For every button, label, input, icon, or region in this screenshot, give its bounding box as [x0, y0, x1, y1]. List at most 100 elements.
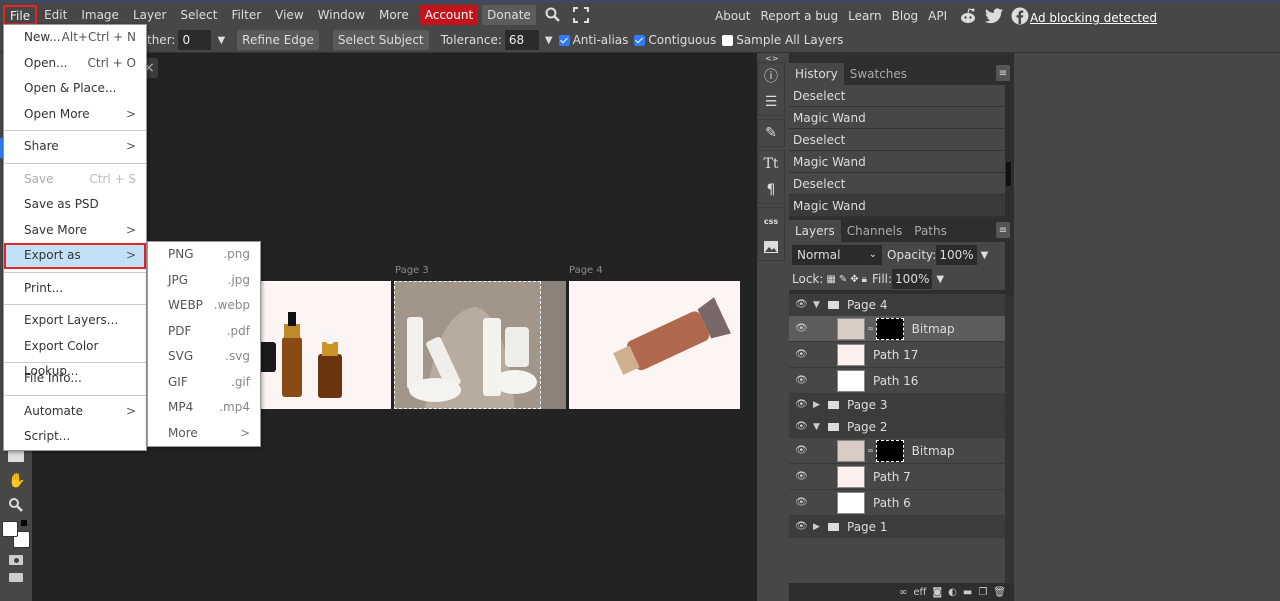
sample-all-layers-checkbox[interactable] — [722, 34, 734, 46]
lock-move-icon[interactable]: ✥ — [850, 274, 858, 285]
keyboard-icon[interactable] — [9, 573, 23, 582]
opacity-input[interactable]: 100% — [936, 245, 977, 265]
history-menu-icon[interactable]: ≡ — [996, 65, 1010, 81]
adjustment-icon[interactable]: ◐ — [948, 587, 957, 598]
brush-settings-icon[interactable]: ✎ — [758, 120, 784, 146]
tab-swatches[interactable]: Swatches — [844, 63, 913, 85]
export-item-pdf[interactable]: PDF .pdf — [148, 319, 260, 345]
layer-row[interactable]: 👁︎ Path 16 — [789, 368, 1005, 394]
menu-view[interactable]: View — [268, 3, 310, 27]
mask-link-icon[interactable]: ∞ — [867, 446, 874, 455]
menu-filter[interactable]: Filter — [224, 3, 268, 27]
layer-row[interactable]: 👁︎ Path 17 — [789, 342, 1005, 368]
info-icon[interactable]: ⓘ — [758, 63, 784, 89]
layer-mask-thumbnail[interactable] — [875, 317, 904, 340]
file-menu-item-export-layers[interactable]: Export Layers... — [4, 308, 146, 334]
visibility-eye-icon[interactable]: 👁︎ — [795, 375, 808, 386]
file-menu-item-automate[interactable]: Automate > — [4, 399, 146, 425]
reddit-icon[interactable] — [958, 6, 978, 26]
history-item[interactable]: Magic Wand — [789, 151, 1005, 173]
mask-icon[interactable]: ◙ — [932, 587, 942, 598]
expand-arrow-right-icon[interactable]: ▶ — [813, 400, 825, 410]
file-menu-item-open-place[interactable]: Open & Place... — [4, 76, 146, 102]
history-item[interactable]: Magic Wand — [789, 107, 1005, 129]
visibility-eye-icon[interactable]: 👁︎ — [795, 399, 808, 410]
select-subject-button[interactable]: Select Subject — [332, 30, 429, 50]
export-item-png[interactable]: PNG .png — [148, 242, 260, 268]
hand-tool-icon[interactable]: ✋ — [8, 473, 25, 489]
export-item-more[interactable]: More > — [148, 421, 260, 447]
export-item-mp4[interactable]: MP4 .mp4 — [148, 395, 260, 421]
visibility-eye-icon[interactable]: 👁︎ — [795, 497, 808, 508]
expand-arrow-down-icon[interactable]: ▼ — [813, 422, 825, 432]
export-item-webp[interactable]: WEBP .webp — [148, 293, 260, 319]
file-menu-item-open-more[interactable]: Open More > — [4, 102, 146, 128]
menu-file[interactable]: File — [3, 5, 38, 25]
history-item-current[interactable]: Magic Wand — [789, 195, 1005, 217]
history-item[interactable]: Deselect — [789, 129, 1005, 151]
file-menu-item-export-as[interactable]: Export as > — [4, 243, 146, 269]
menu-window[interactable]: Window — [311, 3, 372, 27]
fill-dropdown-icon[interactable]: ▼ — [936, 274, 944, 285]
file-menu-item-open[interactable]: Open... Ctrl + O — [4, 51, 146, 77]
tolerance-input[interactable]: 68 — [504, 30, 539, 50]
refine-edge-button[interactable]: Refine Edge — [237, 30, 319, 50]
export-item-gif[interactable]: GIF .gif — [148, 370, 260, 396]
facebook-icon[interactable] — [1010, 6, 1030, 26]
blog-link[interactable]: Blog — [887, 9, 924, 23]
layer-row[interactable]: 👁︎ Path 6 — [789, 490, 1005, 516]
layer-row[interactable]: 👁︎ ∞ Bitmap — [789, 316, 1005, 342]
opacity-dropdown-icon[interactable]: ▼ — [981, 250, 989, 261]
file-menu-item-new[interactable]: New... Alt+Ctrl + N — [4, 25, 146, 51]
mask-link-icon[interactable]: ∞ — [867, 324, 874, 333]
export-item-jpg[interactable]: JPG .jpg — [148, 268, 260, 294]
visibility-eye-icon[interactable]: 👁︎ — [795, 299, 808, 310]
layer-row[interactable]: 👁︎ Path 7 — [789, 464, 1005, 490]
history-item[interactable]: Deselect — [789, 173, 1005, 195]
fullscreen-icon[interactable] — [570, 4, 592, 26]
fill-input[interactable]: 100% — [892, 269, 933, 289]
file-menu-item-file-info[interactable]: File Info... — [4, 366, 146, 392]
tolerance-dropdown-icon[interactable]: ▼ — [545, 35, 553, 46]
zoom-tool-icon[interactable] — [8, 497, 24, 516]
menu-more[interactable]: More — [372, 3, 416, 27]
file-menu-item-share[interactable]: Share > — [4, 134, 146, 160]
image-icon[interactable] — [758, 234, 784, 260]
lock-transparency-icon[interactable]: ▦ — [826, 274, 835, 285]
visibility-eye-icon[interactable]: 👁︎ — [795, 421, 808, 432]
page-4-artboard[interactable] — [569, 281, 740, 409]
layer-group-row[interactable]: 👁︎ ▼ Page 4 — [789, 294, 1005, 316]
file-menu-item-script[interactable]: Script... — [4, 424, 146, 450]
default-colors-icon[interactable] — [21, 520, 27, 526]
folder-icon[interactable]: ▬ — [963, 587, 972, 598]
tab-layers[interactable]: Layers — [789, 220, 841, 242]
twitter-icon[interactable] — [984, 6, 1004, 26]
visibility-eye-icon[interactable]: 👁︎ — [795, 349, 808, 360]
file-menu-item-export-color-lookup[interactable]: Export Color Lookup... — [4, 334, 146, 378]
visibility-eye-icon[interactable]: 👁︎ — [795, 445, 808, 456]
menu-select[interactable]: Select — [173, 3, 224, 27]
trash-icon[interactable]: 🗑︎ — [993, 587, 1006, 598]
feather-dropdown-icon[interactable]: ▼ — [217, 35, 225, 46]
layers-menu-icon[interactable]: ≡ — [996, 222, 1010, 238]
search-icon[interactable] — [542, 4, 564, 26]
shape-tool-icon[interactable] — [8, 451, 24, 462]
paragraph-icon[interactable]: ¶ — [758, 177, 784, 203]
report-bug-link[interactable]: Report a bug — [755, 9, 843, 23]
anti-alias-checkbox[interactable] — [558, 34, 570, 46]
effects-icon[interactable]: eff — [913, 587, 926, 598]
donate-button[interactable]: Donate — [482, 5, 536, 25]
blend-mode-select[interactable]: Normal ⌄ — [792, 245, 882, 265]
expand-arrow-right-icon[interactable]: ▶ — [813, 522, 825, 532]
export-item-svg[interactable]: SVG .svg — [148, 344, 260, 370]
tab-history[interactable]: History — [789, 63, 844, 85]
lock-paint-icon[interactable]: ✎ — [839, 274, 847, 285]
tab-channels[interactable]: Channels — [841, 220, 909, 242]
api-link[interactable]: API — [923, 9, 952, 23]
layer-mask-thumbnail[interactable] — [875, 439, 904, 462]
layer-group-row[interactable]: 👁︎ ▶ Page 3 — [789, 394, 1005, 416]
about-link[interactable]: About — [710, 9, 755, 23]
link-icon[interactable]: ∞ — [899, 587, 907, 598]
lock-all-icon[interactable]: 🔒︎ — [862, 274, 867, 285]
character-icon[interactable]: Tt — [758, 151, 784, 177]
